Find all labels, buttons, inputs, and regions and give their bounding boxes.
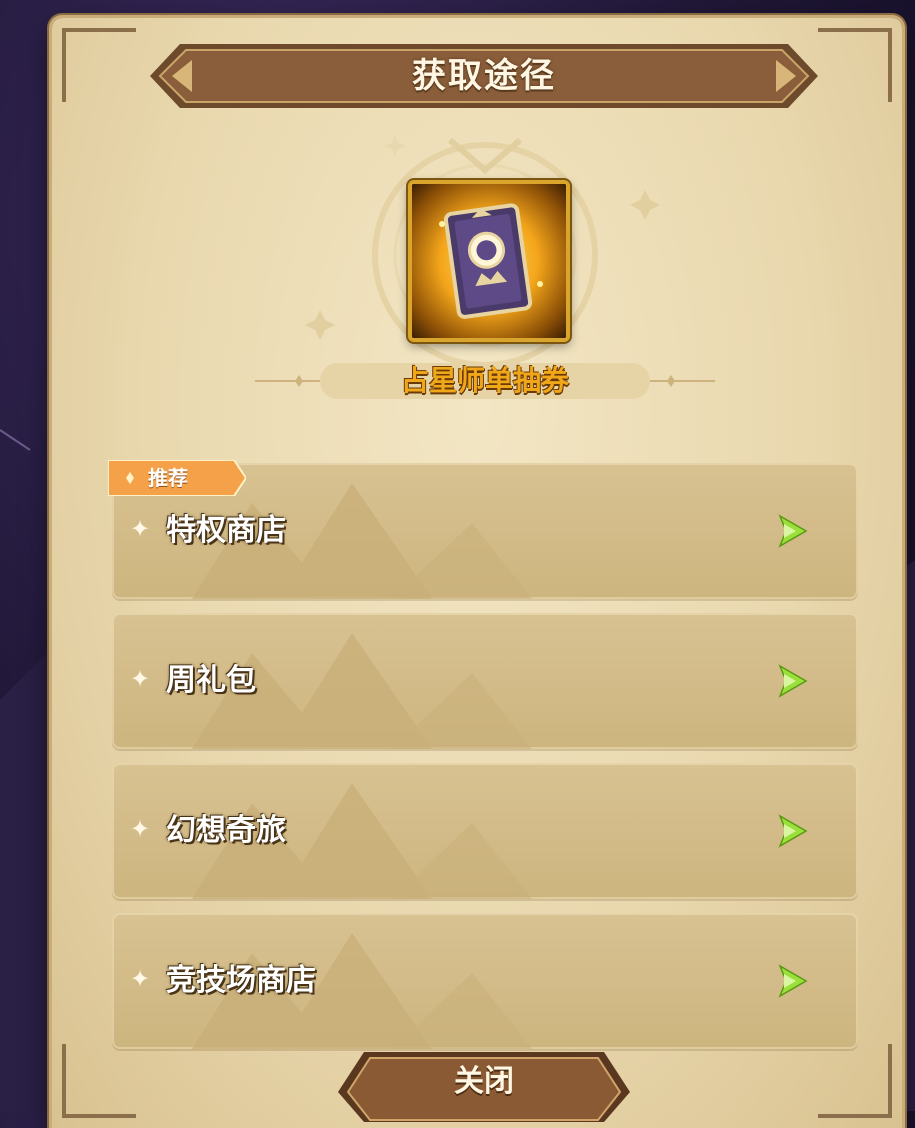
go-arrow-icon[interactable]: [776, 814, 810, 848]
star-bullet-icon: ✦: [130, 665, 151, 693]
corner-ornament: [62, 1044, 136, 1118]
sparkle-icon: [305, 310, 335, 340]
source-label: 竞技场商店: [166, 963, 316, 998]
item-icon-frame[interactable]: [408, 180, 570, 342]
source-row-weekly-pack[interactable]: ✦ 周礼包: [112, 613, 858, 749]
go-arrow-icon[interactable]: [776, 664, 810, 698]
star-bullet-icon: ✦: [130, 815, 151, 843]
sparkle-icon: [384, 135, 406, 157]
source-row-fantasy-journey[interactable]: ✦ 幻想奇旅: [112, 763, 858, 899]
sparkle-icon: [630, 190, 660, 220]
recommend-label: 推荐: [148, 466, 188, 490]
source-label: 周礼包: [166, 663, 256, 698]
source-row-arena-shop[interactable]: ✦ 竞技场商店: [112, 913, 858, 1049]
source-label: 幻想奇旅: [166, 813, 286, 848]
dialog-title: 获取途径: [412, 56, 556, 96]
corner-ornament: [818, 1044, 892, 1118]
star-bullet-icon: ✦: [130, 515, 151, 543]
item-name-plate: 占星师单抽券: [250, 355, 720, 407]
go-arrow-icon[interactable]: [776, 514, 810, 548]
go-arrow-icon[interactable]: [776, 964, 810, 998]
item-name: 占星师单抽券: [400, 364, 569, 397]
close-label: 关闭: [454, 1064, 514, 1099]
corner-ornament: [62, 28, 136, 102]
corner-ornament: [818, 28, 892, 102]
title-banner: 获取途径: [150, 40, 818, 112]
recommend-tag: 推荐: [108, 460, 246, 496]
mountain-decor: [192, 633, 532, 749]
close-button[interactable]: 关闭: [338, 1042, 630, 1122]
star-bullet-icon: ✦: [130, 965, 151, 993]
